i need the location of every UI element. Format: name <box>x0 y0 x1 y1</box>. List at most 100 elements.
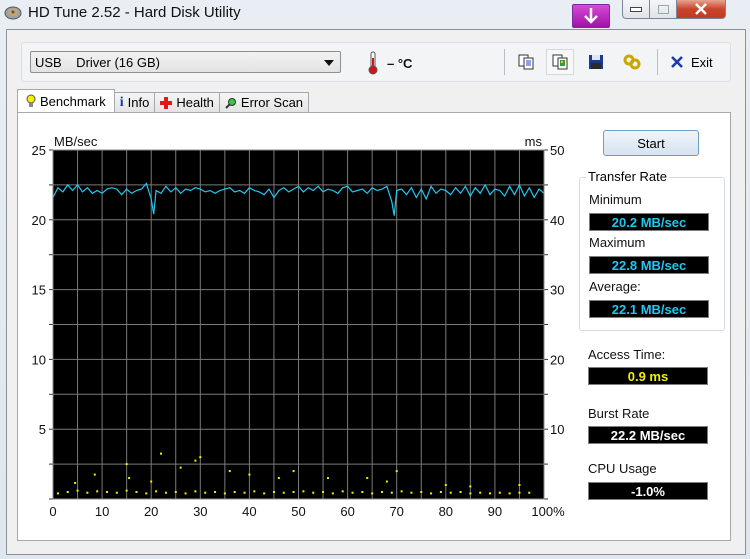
access-time-point <box>248 473 251 476</box>
access-time-point <box>194 459 197 462</box>
access-time-point <box>74 481 77 484</box>
x-tick-label: 0 <box>49 504 56 519</box>
tab-info-label: Info <box>127 95 150 110</box>
copy-screenshot-button[interactable] <box>546 49 574 75</box>
access-time-point <box>199 456 202 459</box>
temperature-readout: – °C <box>387 56 413 71</box>
info-icon: i <box>119 94 124 110</box>
y-right-tick-label: 50 <box>550 143 564 158</box>
tab-health-label: Health <box>176 95 214 110</box>
tab-benchmark-label: Benchmark <box>40 93 106 109</box>
options-icon <box>623 54 641 70</box>
tab-health[interactable]: Health <box>154 92 220 112</box>
start-button[interactable]: Start <box>603 130 699 156</box>
close-button[interactable] <box>677 0 726 19</box>
cpu-usage-value: -1.0% <box>588 482 708 500</box>
access-time-value: 0.9 ms <box>588 367 708 385</box>
access-time-point <box>179 466 182 469</box>
app-window: HD Tune 2.52 - Hard Disk Utility USB Dri… <box>0 0 750 559</box>
y-right-tick-label: 20 <box>550 352 564 367</box>
benchmark-panel: 0 10 20 30 40 50 60 70 80 90 100% 5 10 15 20 25 10 20 30 40… <box>17 112 731 541</box>
access-time-point <box>76 489 79 492</box>
x-tick-label: 40 <box>242 504 256 519</box>
x-tick-label: 100% <box>531 504 565 519</box>
access-time-point <box>449 491 452 494</box>
x-tick-label: 10 <box>95 504 109 519</box>
access-time-point <box>331 492 334 495</box>
options-button[interactable] <box>618 49 646 75</box>
access-time-point <box>371 492 374 495</box>
y-left-tick-label: 15 <box>32 283 46 298</box>
x-tick-label: 30 <box>193 504 207 519</box>
access-time-point <box>282 491 285 494</box>
tab-error-scan[interactable]: Error Scan <box>218 92 310 112</box>
access-time-point <box>135 491 138 494</box>
copy-text-button[interactable] <box>512 49 540 75</box>
access-time-point <box>312 491 315 494</box>
y-left-tick-label: 5 <box>39 422 46 437</box>
access-time-point <box>56 492 59 495</box>
main-client-area: USB Driver (16 GB) – °C Exit Benchmark i… <box>6 29 746 555</box>
access-time-point <box>66 491 69 494</box>
y-right-tick-label: 40 <box>550 213 564 228</box>
access-time-point <box>184 492 187 495</box>
access-time-point <box>488 492 491 495</box>
drive-select[interactable]: USB Driver (16 GB) <box>30 51 341 73</box>
access-time-point <box>469 492 472 495</box>
minimum-label: Minimum <box>589 192 642 207</box>
minimize-icon <box>630 6 642 12</box>
tab-benchmark[interactable]: Benchmark <box>17 89 115 112</box>
access-time-point <box>223 492 226 495</box>
access-time-point <box>292 491 295 494</box>
magnifier-icon <box>225 97 236 109</box>
access-time-point <box>194 490 197 493</box>
access-time-point <box>86 491 89 494</box>
transfer-rate-title: Transfer Rate <box>586 169 669 184</box>
copy-screenshot-icon <box>552 54 568 70</box>
y-left-tick-label: 20 <box>32 213 46 228</box>
tab-info[interactable]: i Info <box>113 92 156 112</box>
access-time-point <box>204 491 207 494</box>
access-time-point <box>361 491 364 494</box>
minimize-button[interactable] <box>622 0 650 19</box>
access-time-point <box>444 484 447 487</box>
cpu-usage-label: CPU Usage <box>588 461 657 476</box>
average-label: Average: <box>589 279 641 294</box>
access-time-point <box>272 491 275 494</box>
access-time-point <box>96 490 99 493</box>
access-time-point <box>243 491 246 494</box>
access-time-point <box>410 491 413 494</box>
transfer-rate-group: Transfer Rate Minimum 20.2 MB/sec Maximu… <box>579 169 725 331</box>
start-label: Start <box>637 135 665 151</box>
access-time-point <box>518 491 521 494</box>
access-time-label: Access Time: <box>588 347 666 362</box>
save-button[interactable] <box>582 49 610 75</box>
exit-label: Exit <box>691 54 713 70</box>
title-bar[interactable]: HD Tune 2.52 - Hard Disk Utility <box>0 0 750 28</box>
access-time-point <box>469 485 472 488</box>
save-icon <box>589 55 603 69</box>
x-tick-label: 60 <box>340 504 354 519</box>
maximize-icon <box>657 4 669 14</box>
access-time-point <box>125 489 128 492</box>
access-time-point <box>385 480 388 483</box>
chevron-down-icon <box>324 60 334 66</box>
access-time-point <box>128 477 131 480</box>
average-value: 22.1 MB/sec <box>589 300 709 318</box>
access-time-point <box>150 480 153 483</box>
maximize-button[interactable] <box>650 0 677 19</box>
access-time-point <box>326 477 329 480</box>
toolbar: USB Driver (16 GB) – °C Exit <box>21 42 731 82</box>
download-button[interactable] <box>572 4 610 28</box>
drive-select-value: USB Driver (16 GB) <box>35 55 160 70</box>
access-time-point <box>106 491 109 494</box>
maximum-value: 22.8 MB/sec <box>589 256 709 274</box>
access-time-point <box>125 463 128 466</box>
access-time-point <box>351 491 354 494</box>
health-cross-icon <box>160 96 173 109</box>
access-time-point <box>115 491 118 494</box>
access-time-point <box>528 491 531 494</box>
x-tick-label: 70 <box>389 504 403 519</box>
exit-button[interactable]: Exit <box>671 50 713 74</box>
tab-error-scan-label: Error Scan <box>240 95 304 110</box>
